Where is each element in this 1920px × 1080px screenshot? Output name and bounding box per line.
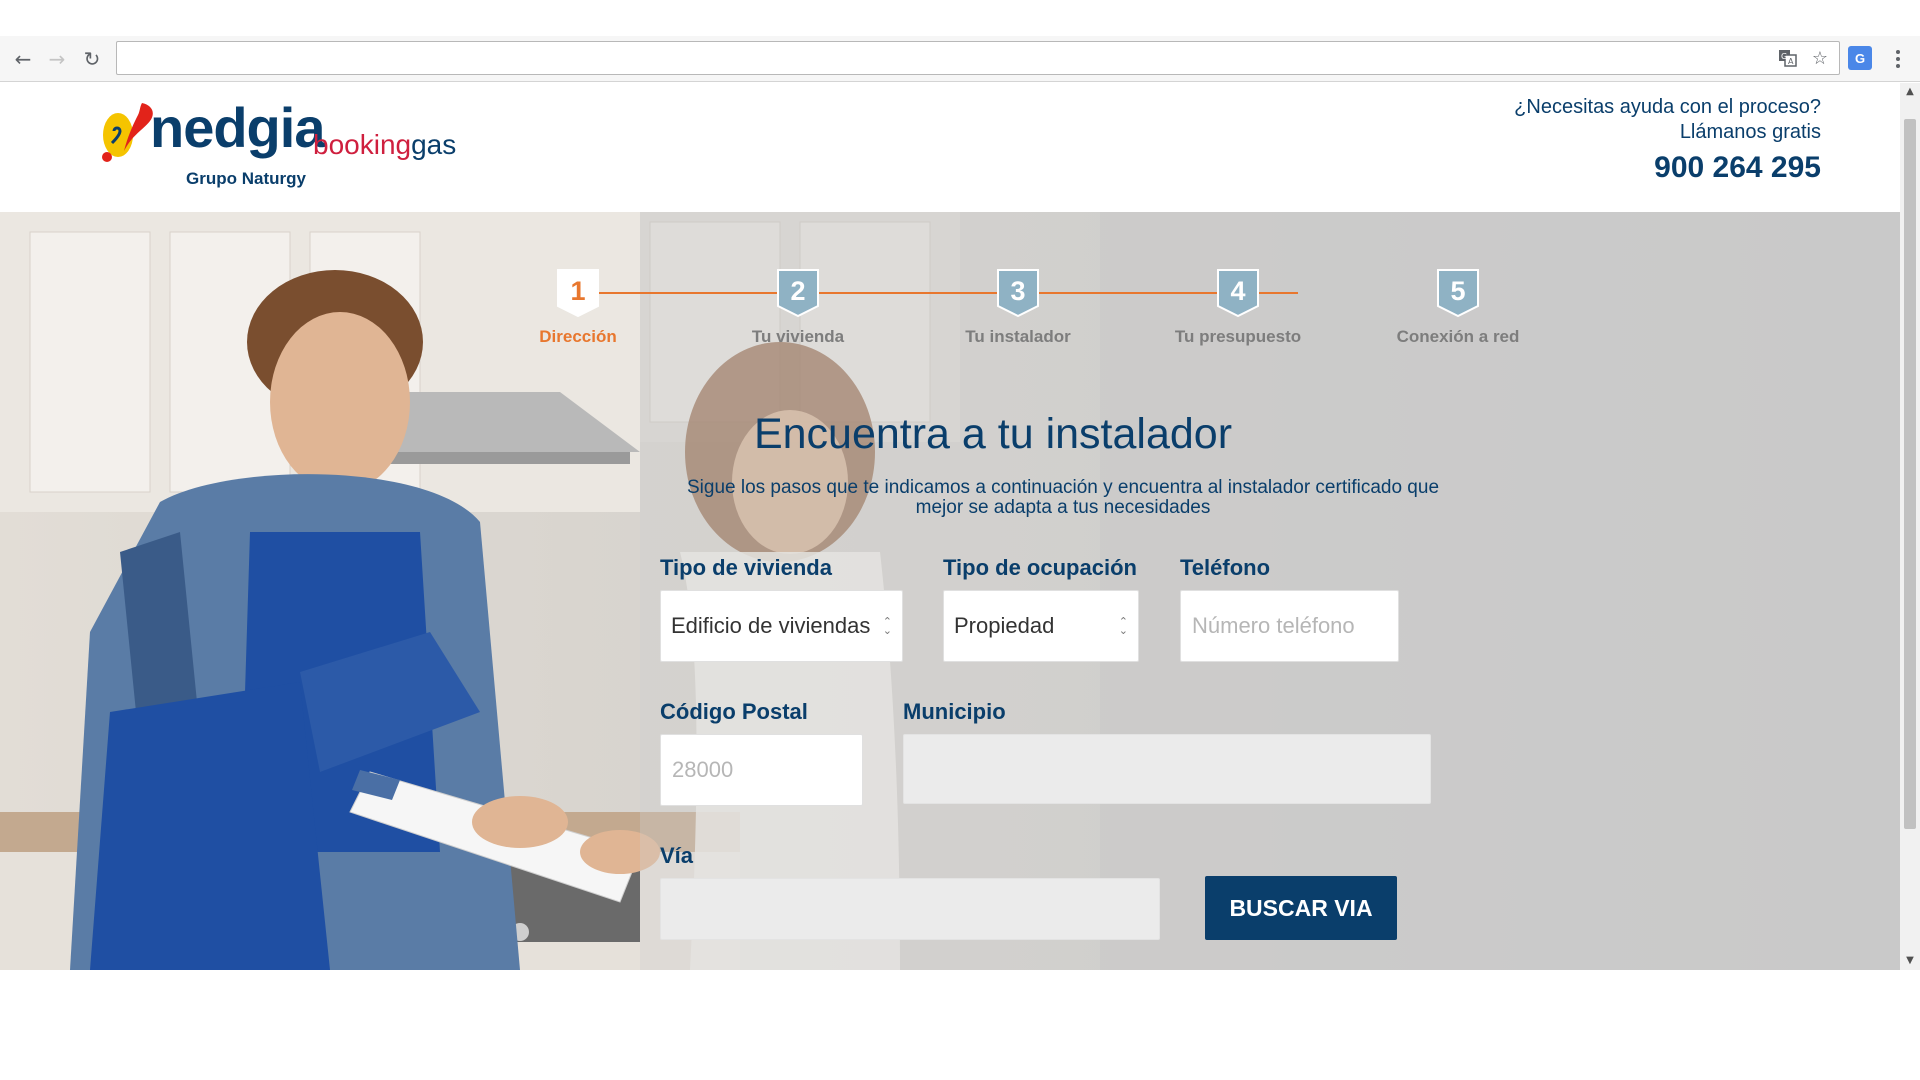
back-arrow-icon[interactable]: ← (8, 44, 38, 74)
page-scrollbar[interactable]: ▲ ▼ (1900, 83, 1920, 970)
step-label: Tu vivienda (751, 327, 845, 346)
telefono-input[interactable] (1180, 590, 1399, 662)
scroll-up-icon[interactable]: ▲ (1904, 86, 1916, 98)
tipo-vivienda-value: Edificio de viviendas (671, 613, 871, 638)
step-tu-vivienda[interactable]: 2 Tu vivienda (718, 268, 878, 347)
site-header: nedgia bookinggas Grupo Naturgy ¿Necesit… (0, 83, 1900, 212)
help-call-free: Llámanos gratis (1679, 121, 1821, 143)
buscar-via-button[interactable]: BUSCAR VIA (1205, 876, 1397, 940)
municipio-label: Municipio (903, 699, 1006, 724)
tipo-vivienda-select[interactable]: Edificio de viviendas ⌃ ⌄ (660, 590, 903, 662)
form-subtitle-line1: Sigue los pasos que te indicamos a conti… (686, 477, 1440, 498)
step-number: 5 (1450, 276, 1466, 306)
step-number: 2 (790, 276, 806, 306)
browser-toolbar: ← → ↻ GA ☆ G (0, 36, 1920, 82)
window-top-strip (0, 0, 1920, 36)
step-number: 3 (1010, 276, 1026, 306)
form-title: Encuentra a tu instalador (753, 410, 1233, 458)
translate-icon[interactable]: GA (1775, 45, 1801, 71)
menu-icon[interactable] (1884, 44, 1912, 74)
svg-text:G: G (1781, 52, 1787, 61)
reload-icon[interactable]: ↻ (77, 44, 107, 74)
tipo-vivienda-label: Tipo de vivienda (660, 555, 832, 580)
select-chevron-icon: ⌃ ⌄ (882, 615, 892, 637)
via-input[interactable] (660, 878, 1160, 940)
logo-bookinggas: bookinggas (313, 129, 456, 161)
scroll-down-icon[interactable]: ▼ (1904, 955, 1916, 967)
step-number: 4 (1230, 276, 1246, 306)
codigo-postal-label: Código Postal (660, 699, 808, 724)
via-label: Vía (660, 843, 694, 868)
nedgia-flame-icon (102, 103, 153, 162)
help-contact: ¿Necesitas ayuda con el proceso? Llámano… (1514, 95, 1821, 185)
step-label: Tu presupuesto (1174, 327, 1302, 346)
logo-booking-text: booking (313, 129, 412, 160)
help-question: ¿Necesitas ayuda con el proceso? (1514, 96, 1821, 118)
address-bar[interactable]: GA ☆ (116, 41, 1840, 75)
tipo-ocupacion-select[interactable]: Propiedad ⌃ ⌄ (943, 590, 1139, 662)
google-translate-extension-icon[interactable]: G (1848, 46, 1872, 70)
step-label: Conexión a red (1396, 327, 1520, 346)
svg-text:A: A (1788, 57, 1794, 66)
logo-group-text: Grupo Naturgy (186, 169, 306, 188)
municipio-input[interactable] (903, 734, 1431, 804)
logo-wordmark: nedgia (150, 96, 325, 159)
nedgia-logo[interactable]: nedgia bookinggas Grupo Naturgy (98, 91, 478, 191)
tipo-ocupacion-label: Tipo de ocupación (943, 555, 1137, 580)
forward-arrow-icon[interactable]: → (42, 44, 72, 74)
step-number: 1 (570, 276, 586, 306)
telefono-label: Teléfono (1180, 555, 1271, 580)
step-tu-presupuesto[interactable]: 4 Tu presupuesto (1158, 268, 1318, 347)
step-conexion-a-red[interactable]: 5 Conexión a red (1378, 268, 1538, 347)
step-label: Dirección (539, 327, 617, 346)
form-subtitle-line2: mejor se adapta a tus necesidades (915, 497, 1211, 518)
select-chevron-icon: ⌃ ⌄ (1118, 615, 1128, 637)
step-tu-instalador[interactable]: 3 Tu instalador (938, 268, 1098, 347)
logo-gas-text: gas (411, 129, 457, 160)
star-icon[interactable]: ☆ (1807, 45, 1833, 71)
step-label: Tu instalador (965, 327, 1071, 346)
form-subtitle: Sigue los pasos que te indicamos a conti… (660, 478, 1466, 518)
codigo-postal-input[interactable] (660, 734, 863, 806)
scroll-thumb[interactable] (1904, 119, 1916, 829)
tipo-ocupacion-value: Propiedad (954, 613, 1055, 638)
help-phone-number[interactable]: 900 264 295 (1514, 151, 1821, 185)
progress-stepper: 1 Dirección 2 Tu vivienda 3 Tu instalado… (498, 268, 1519, 358)
step-direccion[interactable]: 1 Dirección (498, 268, 658, 347)
